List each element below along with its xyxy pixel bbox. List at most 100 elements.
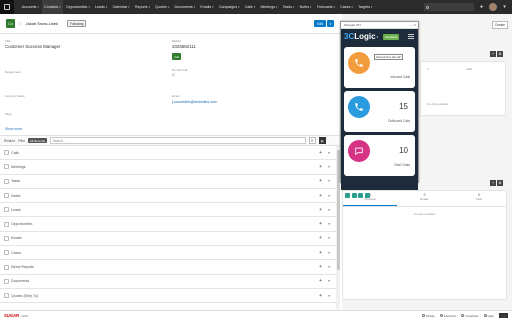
do-not-call-checkbox[interactable]: ☐ — [172, 73, 175, 77]
chevron-down-icon[interactable]: ▾ — [351, 5, 353, 9]
chevron-down-icon[interactable]: ▾ — [501, 4, 508, 11]
nav-item-accounts[interactable]: Accounts ▾ — [19, 0, 42, 14]
availability-status[interactable]: Available — [383, 33, 400, 40]
chevron-down-icon[interactable]: ▾ — [328, 265, 330, 269]
nav-item-meetings[interactable]: Meetings ▾ — [258, 0, 280, 14]
footer-link-shortcuts[interactable]: Shortcuts — [439, 314, 456, 318]
dashlet-tab-calls[interactable]: Calls — [466, 67, 472, 71]
chevron-down-icon[interactable]: ▾ — [212, 5, 214, 9]
subpanel-leads[interactable]: Leads + ▾ — [0, 203, 336, 218]
activity-stream-toggle[interactable]: ▤ — [318, 137, 326, 144]
favorite-star-icon[interactable]: ☆ — [18, 21, 22, 27]
chevron-down-icon[interactable]: ▾ — [328, 279, 330, 283]
subpanel-direct-reports[interactable]: Direct Reports + ▾ — [0, 260, 336, 275]
chevron-down-icon[interactable]: ▾ — [293, 5, 295, 9]
settings-icon[interactable]: ⚙ — [497, 51, 503, 57]
footer-link-mobile[interactable]: Mobile — [421, 314, 435, 318]
email-link[interactable]: j.snowsilek@techtalks.com — [172, 100, 217, 104]
total-chats-card[interactable]: 10 Total Chats — [344, 135, 415, 176]
subpanel-cases[interactable]: Cases + ▾ — [0, 246, 336, 261]
chevron-down-icon[interactable]: ▾ — [377, 35, 379, 39]
chevron-down-icon[interactable]: ▾ — [334, 5, 336, 9]
chevron-down-icon[interactable]: ▾ — [37, 5, 39, 9]
mobile-value[interactable]: 2025550111 — [172, 44, 196, 49]
footer-link-help[interactable]: Help — [483, 314, 494, 318]
chevron-down-icon[interactable]: ▾ — [168, 5, 170, 9]
chevron-down-icon[interactable]: ▾ — [106, 5, 108, 9]
add-icon[interactable]: + — [319, 178, 322, 184]
subpanel-tasks[interactable]: Tasks + ▾ — [0, 174, 336, 189]
nav-item-opportunities[interactable]: Opportunities ▾ — [63, 0, 92, 14]
window-controls[interactable]: — ✕ — [410, 23, 416, 27]
chevron-down-icon[interactable]: ▾ — [371, 5, 373, 9]
chevron-down-icon[interactable]: ▾ — [59, 5, 61, 9]
nav-item-campaigns[interactable]: Campaigns ▾ — [216, 0, 242, 14]
chevron-down-icon[interactable]: ▾ — [328, 222, 330, 226]
add-icon[interactable]: + — [319, 264, 322, 270]
nav-item-cases[interactable]: Cases ▾ — [338, 0, 356, 14]
nav-item-contacts[interactable]: Contacts ▾ — [41, 0, 64, 14]
add-icon[interactable]: + — [319, 207, 322, 213]
notifications-icon[interactable]: ● — [478, 4, 485, 11]
chevron-down-icon[interactable]: ▾ — [238, 5, 240, 9]
home-logo-button[interactable] — [0, 0, 14, 14]
add-icon[interactable]: + — [319, 250, 322, 256]
dashlet-tab-count[interactable]: 0 — [427, 67, 429, 71]
subpanel-opportunities[interactable]: Opportunities + ▾ — [0, 217, 336, 232]
add-icon[interactable]: + — [319, 150, 322, 156]
related-label[interactable]: Related — [4, 139, 15, 143]
nav-item-documents[interactable]: Documents ▾ — [172, 0, 198, 14]
footer-call-button[interactable]: Call — [498, 313, 508, 319]
chevron-down-icon[interactable]: ▾ — [128, 5, 130, 9]
chevron-down-icon[interactable]: ▾ — [148, 5, 150, 9]
phone-action-icon[interactable] — [345, 192, 350, 198]
outbound-calls-card[interactable]: 15 Outbound Calls — [344, 91, 415, 132]
keypad-action-icon[interactable] — [364, 192, 370, 198]
chevron-down-icon[interactable]: ▾ — [328, 165, 330, 169]
chevron-down-icon[interactable]: ▾ — [310, 5, 312, 9]
chevron-down-icon[interactable]: ▾ — [328, 236, 330, 240]
list-view-toggle[interactable]: ☰ — [308, 137, 316, 144]
subpanel-documents[interactable]: Documents + ▾ — [0, 274, 336, 289]
subpanel-calls[interactable]: Calls + ▾ — [0, 146, 336, 161]
nav-item-leads[interactable]: Leads ▾ — [92, 0, 110, 14]
nav-item-calls[interactable]: Calls ▾ — [242, 0, 258, 14]
chevron-down-icon[interactable]: ▾ — [254, 5, 256, 9]
nav-item-reports[interactable]: Reports ▾ — [132, 0, 152, 14]
filter-chip[interactable]: All Records — [28, 137, 47, 144]
add-icon[interactable]: + — [319, 193, 322, 199]
chevron-down-icon[interactable]: ▾ — [88, 5, 90, 9]
nav-item-quotes[interactable]: Quotes ▾ — [153, 0, 172, 14]
chevron-down-icon[interactable]: ▾ — [328, 251, 330, 255]
subpanel-quotes-ship-to[interactable]: Quotes (Ship To) + ▾ — [0, 288, 336, 304]
dashlet-tab-calls[interactable]: 0 Calls — [452, 191, 506, 206]
call-button[interactable]: Call — [172, 53, 181, 60]
add-icon[interactable]: + — [319, 293, 322, 299]
subpanel-meetings[interactable]: Meetings + ▾ — [0, 160, 336, 175]
nav-item-tasks[interactable]: Tasks ▾ — [280, 0, 297, 14]
nav-item-notes[interactable]: Notes ▾ — [297, 0, 314, 14]
edit-button[interactable]: Edit — [314, 20, 326, 27]
nav-item-calendar[interactable]: Calendar ▾ — [110, 0, 132, 14]
subpanel-emails[interactable]: Emails + ▾ — [0, 231, 336, 247]
add-icon[interactable]: + — [319, 278, 322, 284]
chevron-down-icon[interactable]: ▾ — [328, 294, 330, 298]
nav-item-emails[interactable]: Emails ▾ — [198, 0, 217, 14]
chevron-down-icon[interactable]: ▾ — [276, 5, 278, 9]
transfer-action-icon[interactable] — [358, 192, 363, 198]
actions-dropdown-button[interactable]: ▾ — [327, 20, 334, 27]
hamburger-menu-icon[interactable] — [408, 34, 414, 39]
chevron-down-icon[interactable]: ▾ — [328, 179, 330, 183]
add-icon[interactable]: + — [490, 180, 496, 186]
chevron-down-icon[interactable]: ▾ — [328, 151, 330, 155]
create-button[interactable]: Create — [491, 21, 508, 29]
show-more-link[interactable]: Show more — [5, 127, 22, 131]
subpanel-notes[interactable]: Notes + ▾ — [0, 188, 336, 204]
add-icon[interactable]: + — [490, 51, 496, 57]
add-icon[interactable]: + — [319, 235, 322, 241]
subpanel-search-input[interactable]: Search... — [49, 137, 306, 144]
chat-action-icon[interactable] — [351, 192, 357, 198]
add-icon[interactable]: + — [319, 221, 322, 227]
add-icon[interactable]: + — [319, 164, 322, 170]
chevron-down-icon[interactable]: ▾ — [328, 194, 330, 198]
